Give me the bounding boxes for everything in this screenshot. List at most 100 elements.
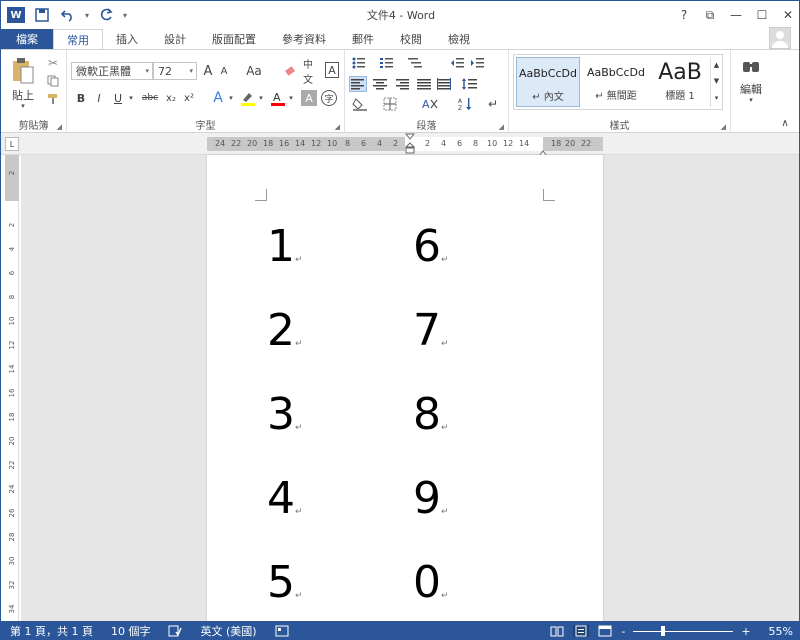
font-launcher-icon[interactable]: ◢ <box>335 123 340 131</box>
tab-layout[interactable]: 版面配置 <box>199 29 269 49</box>
align-left-icon[interactable] <box>349 76 367 92</box>
tab-home[interactable]: 常用 <box>53 29 103 49</box>
grow-font-button[interactable]: A <box>201 62 215 80</box>
style-no-spacing[interactable]: AaBbCcDd ↵ 無間距 <box>584 57 648 107</box>
zoom-in-button[interactable]: + <box>741 625 750 638</box>
digit-text[interactable]: 9 <box>413 477 441 521</box>
zoom-slider[interactable] <box>633 625 734 636</box>
char-border-button[interactable]: A <box>325 62 339 78</box>
font-name-combo[interactable]: 微軟正黑體 ▾ <box>71 62 153 80</box>
word-count[interactable]: 10 個字 <box>102 623 160 639</box>
paste-icon[interactable] <box>9 56 37 86</box>
paste-button[interactable]: 貼上 <box>7 88 39 102</box>
shading-icon[interactable] <box>351 96 369 112</box>
show-paragraph-marks-icon[interactable]: ↵ <box>485 96 501 112</box>
tab-design[interactable]: 設計 <box>151 29 199 49</box>
text-effects-dropdown-icon[interactable]: ▾ <box>227 90 235 106</box>
tab-review[interactable]: 校閱 <box>387 29 435 49</box>
font-size-combo[interactable]: 72 ▾ <box>153 62 197 80</box>
styles-more-icon[interactable]: ▾ <box>710 89 722 107</box>
horizontal-ruler[interactable]: 24 22 20 18 16 14 12 10 8 6 4 2 2 4 6 8 … <box>207 133 603 157</box>
text-effects-icon[interactable]: A <box>209 90 227 106</box>
borders-icon[interactable] <box>381 96 399 112</box>
editing-button[interactable]: 編輯 <box>731 82 771 96</box>
maximize-button[interactable]: ☐ <box>749 3 775 27</box>
zoom-slider-thumb[interactable] <box>661 625 666 636</box>
tab-view[interactable]: 檢視 <box>435 29 483 49</box>
underline-button[interactable]: U <box>109 90 127 106</box>
copy-icon[interactable] <box>45 74 61 88</box>
page-count[interactable]: 第 1 頁，共 1 頁 <box>1 623 102 639</box>
tab-selector[interactable]: L <box>5 137 19 151</box>
vertical-ruler[interactable]: 2 2 4 6 8 10 12 14 16 18 20 22 24 26 28 … <box>5 155 19 621</box>
increase-indent-icon[interactable] <box>469 56 485 70</box>
bullets-icon[interactable] <box>351 56 367 70</box>
account-avatar[interactable] <box>769 27 791 49</box>
digit-text[interactable]: 0 <box>413 561 441 605</box>
change-case-button[interactable]: Aa <box>243 62 265 80</box>
document-page[interactable]: 1 ↵ 6 ↵ 2 ↵ 7 ↵ 3 ↵ 8 ↵ 4 ↵ 9 ↵ 5 ↵ 0 ↵ <box>207 155 603 621</box>
collapse-ribbon-icon[interactable]: ∧ <box>777 116 793 130</box>
minimize-button[interactable]: — <box>723 3 749 27</box>
styles-launcher-icon[interactable]: ◢ <box>721 123 726 131</box>
clear-formatting-icon[interactable] <box>283 62 299 80</box>
line-spacing-icon[interactable] <box>459 76 479 92</box>
font-color-dropdown-icon[interactable]: ▾ <box>287 90 295 106</box>
sort-icon[interactable]: AZ <box>457 96 475 112</box>
format-painter-icon[interactable] <box>45 92 61 106</box>
editing-dropdown-icon[interactable]: ▾ <box>747 96 755 104</box>
close-button[interactable]: ✕ <box>775 3 799 27</box>
paste-dropdown-icon[interactable]: ▾ <box>19 102 27 110</box>
highlight-icon[interactable] <box>239 90 257 106</box>
numbering-icon[interactable] <box>379 56 395 70</box>
styles-down-icon[interactable]: ▼ <box>710 73 722 89</box>
highlight-dropdown-icon[interactable]: ▾ <box>257 90 265 106</box>
zoom-out-button[interactable]: - <box>621 625 625 638</box>
subscript-button[interactable]: x₂ <box>163 90 179 106</box>
proofing-icon[interactable] <box>159 625 191 637</box>
clipboard-launcher-icon[interactable]: ◢ <box>57 123 62 131</box>
enclose-characters-icon[interactable]: 字 <box>321 90 337 106</box>
distributed-icon[interactable] <box>435 76 453 92</box>
indent-marker-icon[interactable] <box>404 133 416 155</box>
style-heading1[interactable]: AaB 標題 1 <box>650 57 710 107</box>
tab-file[interactable]: 檔案 <box>1 29 53 49</box>
ribbon-display-button[interactable]: ⧉ <box>697 3 723 27</box>
digit-text[interactable]: 7 <box>413 309 441 353</box>
print-layout-icon[interactable] <box>573 625 590 637</box>
help-button[interactable]: ? <box>671 3 697 27</box>
right-indent-marker-icon[interactable] <box>537 143 549 157</box>
italic-button[interactable]: I <box>91 90 107 106</box>
paragraph-launcher-icon[interactable]: ◢ <box>499 123 504 131</box>
document-canvas[interactable]: 1 ↵ 6 ↵ 2 ↵ 7 ↵ 3 ↵ 8 ↵ 4 ↵ 9 ↵ 5 ↵ 0 ↵ <box>21 155 799 621</box>
strikethrough-button[interactable]: abc <box>139 90 161 106</box>
decrease-indent-icon[interactable] <box>449 56 465 70</box>
styles-up-icon[interactable]: ▲ <box>710 57 722 73</box>
find-icon[interactable] <box>739 56 763 78</box>
tab-mailings[interactable]: 郵件 <box>339 29 387 49</box>
web-layout-icon[interactable] <box>597 625 613 637</box>
style-normal[interactable]: AaBbCcDd ↵ 內文 <box>516 57 580 107</box>
shrink-font-button[interactable]: A <box>217 62 231 80</box>
language-indicator[interactable]: 英文 (美國) <box>191 623 265 639</box>
macro-record-icon[interactable] <box>266 625 298 637</box>
digit-text[interactable]: 6 <box>413 225 441 269</box>
read-mode-icon[interactable] <box>549 625 565 637</box>
digit-text[interactable]: 3 <box>267 393 295 437</box>
digit-text[interactable]: 8 <box>413 393 441 437</box>
align-center-icon[interactable] <box>371 76 389 92</box>
tab-references[interactable]: 參考資料 <box>269 29 339 49</box>
phonetic-guide-button[interactable]: 中文 <box>303 60 321 86</box>
digit-text[interactable]: 4 <box>267 477 295 521</box>
digit-text[interactable]: 1 <box>267 225 295 269</box>
zoom-level[interactable]: 55% <box>769 625 793 638</box>
tab-insert[interactable]: 插入 <box>103 29 151 49</box>
cut-icon[interactable]: ✂ <box>45 56 61 70</box>
font-color-icon[interactable]: A <box>269 90 287 106</box>
char-shading-icon[interactable]: A <box>301 90 317 106</box>
multilevel-list-icon[interactable] <box>407 56 423 70</box>
asian-layout-icon[interactable]: A <box>419 96 441 112</box>
align-right-icon[interactable] <box>393 76 411 92</box>
digit-text[interactable]: 5 <box>267 561 295 605</box>
underline-dropdown-icon[interactable]: ▾ <box>127 90 135 106</box>
